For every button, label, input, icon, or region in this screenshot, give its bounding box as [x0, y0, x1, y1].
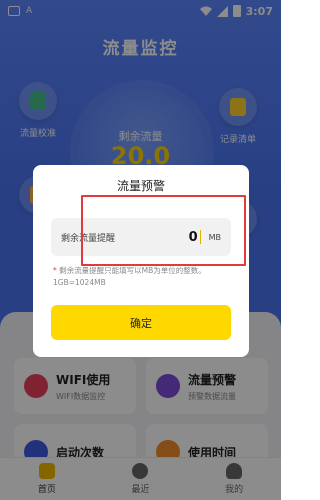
hint-text: * 剩余流量提醒只能填写以MB为单位的整数。 1GB=1024MB [53, 265, 235, 289]
highlight-box [81, 195, 246, 266]
confirm-button[interactable]: 确定 [51, 305, 231, 340]
hint-line-2: 1GB=1024MB [53, 278, 106, 287]
dialog-title: 流量预警 [116, 179, 165, 193]
hint-star: * [53, 266, 57, 275]
hint-line-1: 剩余流量提醒只能填写以MB为单位的整数。 [59, 266, 206, 275]
